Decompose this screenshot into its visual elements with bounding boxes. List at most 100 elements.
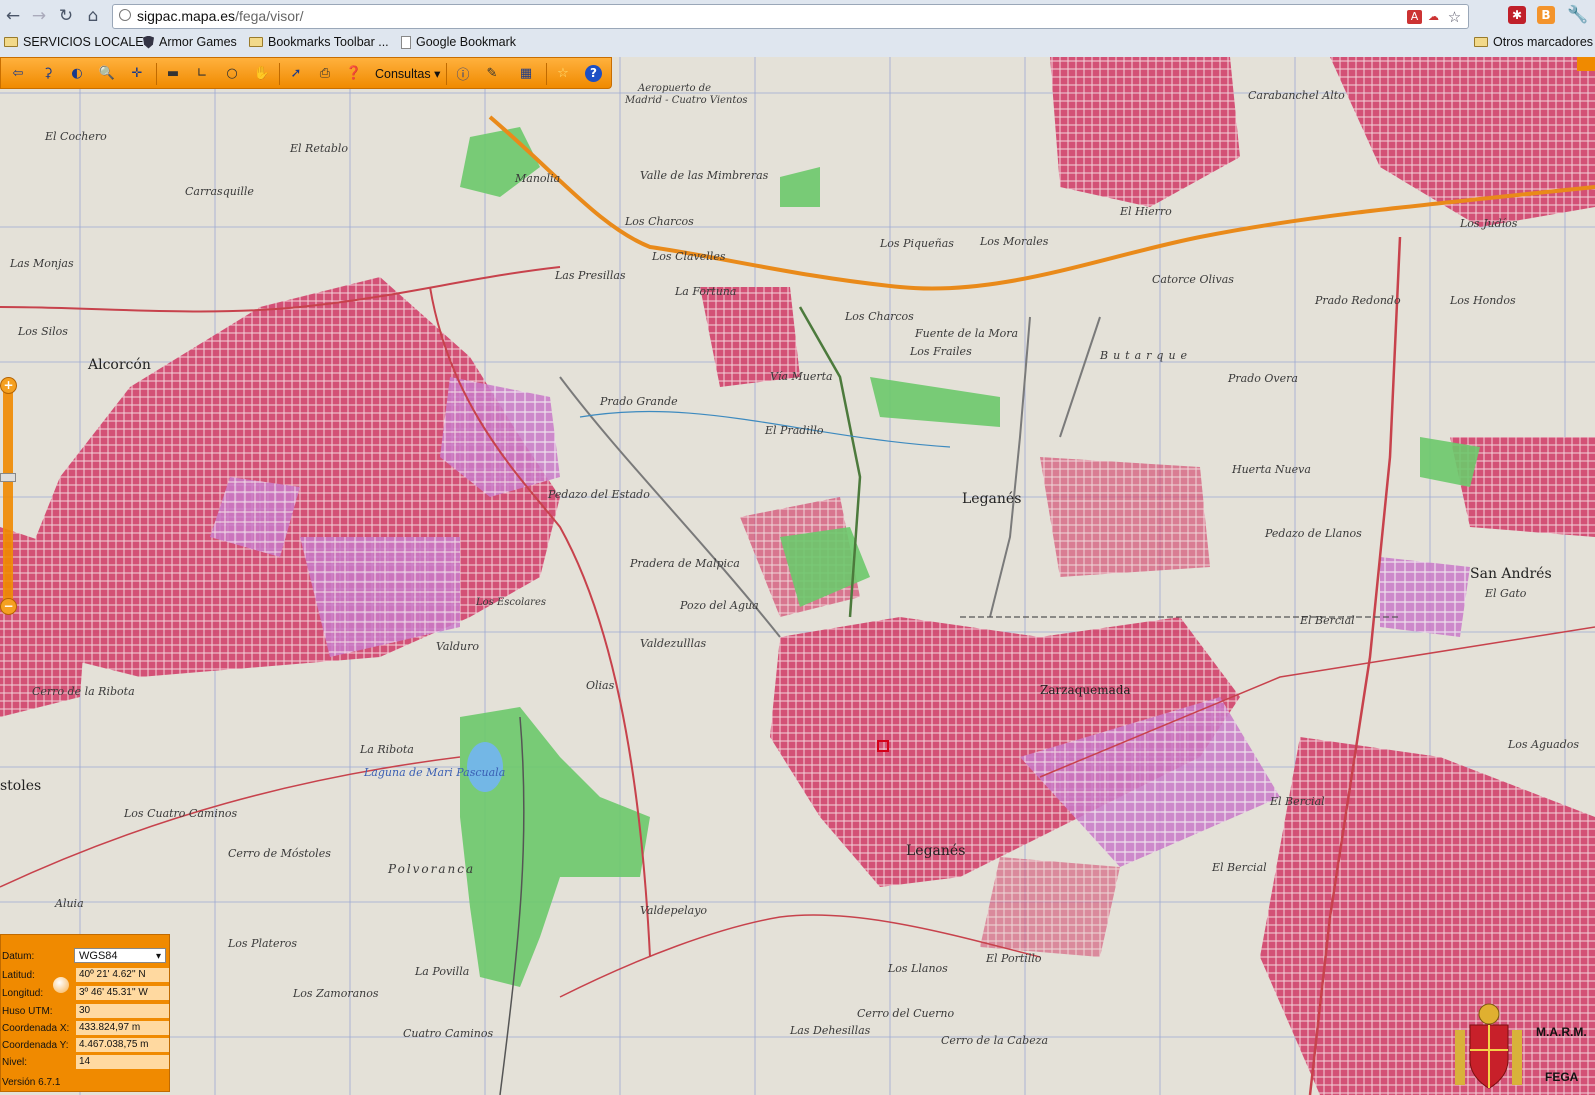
map-viewer[interactable]: Aeropuerto de Madrid - Cuatro Vientos Ca…: [0, 57, 1595, 1095]
place-label: Catorce Olivas: [1152, 273, 1234, 286]
print-icon[interactable]: ⎙: [316, 64, 334, 82]
zoom-minus-icon[interactable]: −: [0, 598, 17, 615]
layers-icon[interactable]: ▦: [513, 64, 539, 82]
bookmark-label: Bookmarks Toolbar ...: [268, 35, 389, 49]
other-bookmarks[interactable]: Otros marcadores: [1474, 35, 1593, 49]
place-label: Los Charcos: [845, 310, 914, 323]
place-label: Valdezulllas: [640, 637, 707, 650]
toolbar-separator: [279, 63, 280, 85]
place-label: Los Aguados: [1508, 738, 1580, 751]
place-label: El Portillo: [986, 952, 1042, 965]
pan-hand-icon[interactable]: ✋: [253, 64, 271, 82]
place-label: Los Llanos: [888, 962, 948, 975]
extension-asterisk-icon[interactable]: ✱: [1508, 6, 1526, 24]
panel-toggle[interactable]: [1577, 57, 1595, 71]
place-label: Zarzaquemada: [1040, 683, 1131, 697]
area-measure-icon[interactable]: ∟: [193, 64, 211, 82]
place-label: San Andrés: [1470, 566, 1552, 582]
binoculars-icon[interactable]: ⚳: [39, 64, 57, 82]
place-label: Huerta Nueva: [1232, 463, 1311, 476]
level-value: 14: [76, 1055, 169, 1069]
place-label: Los Piqueñas: [880, 237, 954, 250]
address-bar[interactable]: sigpac.mapa.es/fega/visor/ A ☁ ☆: [112, 4, 1469, 29]
place-label: Pedazo del Estado: [548, 488, 650, 501]
place-label: La Povilla: [415, 965, 470, 978]
place-label: Los Cuatro Caminos: [124, 807, 238, 820]
pdf-icon[interactable]: A: [1407, 10, 1422, 24]
place-label: La Ribota: [360, 743, 414, 756]
place-label: Butarque: [1100, 349, 1193, 362]
bookmark-servicios-locales[interactable]: SERVICIOS LOCALES: [4, 35, 152, 49]
place-label: Pedazo de Llanos: [1265, 527, 1362, 540]
bookmark-bookmarks-toolbar[interactable]: Bookmarks Toolbar ...: [249, 35, 389, 49]
page-info-icon[interactable]: [119, 9, 131, 21]
bookmark-armor-games[interactable]: Armor Games: [143, 35, 237, 49]
place-label: Los Morales: [980, 235, 1049, 248]
folder-icon: [4, 37, 18, 47]
zoom-in-icon[interactable]: 🔍: [98, 64, 116, 82]
place-label: Carrasquille: [185, 185, 254, 198]
zoom-extent-icon[interactable]: ◐: [68, 64, 86, 82]
place-label: Los Judíos: [1460, 217, 1518, 230]
page-icon: [401, 35, 411, 49]
zoom-slider-handle[interactable]: [0, 473, 16, 482]
place-label: Los Plateros: [228, 937, 298, 950]
cloud-icon[interactable]: ☁: [1426, 10, 1441, 24]
place-label: El Hierro: [1120, 205, 1172, 218]
place-label: stoles: [0, 778, 42, 794]
forward-icon[interactable]: →: [28, 5, 50, 27]
place-label: Olias: [586, 679, 615, 692]
place-label: Vía Muerta: [770, 370, 833, 383]
consultas-dropdown[interactable]: Consultas ▾: [375, 66, 440, 81]
favorite-star-icon[interactable]: ☆: [554, 64, 572, 82]
place-label: Los Silos: [18, 325, 68, 338]
bookmark-google[interactable]: Google Bookmark: [401, 35, 516, 49]
blogger-icon[interactable]: B: [1537, 6, 1555, 24]
utm-zone-value: 30: [76, 1004, 169, 1018]
edit-pencil-icon[interactable]: ✎: [483, 64, 501, 82]
query-icon[interactable]: ❓: [345, 64, 363, 82]
bookmarks-bar: SERVICIOS LOCALES Armor Games Bookmarks …: [0, 32, 1595, 56]
info-box-icon[interactable]: ⓘ: [454, 64, 472, 83]
toolbar-separator: [546, 63, 547, 85]
place-label: Las Dehesillas: [790, 1024, 871, 1037]
place-label: Cerro de la Ribota: [32, 685, 135, 698]
identify-xy-icon[interactable]: ➚: [287, 64, 305, 82]
place-label: Los Escolares: [476, 597, 547, 608]
back-icon[interactable]: ←: [2, 5, 24, 27]
field-label: Longitud:: [2, 987, 44, 999]
field-label: Latitud:: [2, 969, 35, 981]
home-icon[interactable]: ⌂: [82, 5, 104, 27]
field-label: Coordenada X:: [2, 1022, 70, 1034]
datum-select[interactable]: WGS84: [74, 948, 166, 964]
url-path: /fega/visor/: [235, 8, 304, 24]
star-bookmark-icon[interactable]: ☆: [1447, 10, 1462, 25]
field-label: Nivel:: [2, 1056, 28, 1068]
place-label: Polvoranca: [388, 862, 476, 876]
place-label: Madrid - Cuatro Vientos: [625, 95, 748, 106]
place-label: El Pradillo: [765, 424, 824, 437]
place-label: El Bercial: [1212, 861, 1267, 874]
zoom-slider-track[interactable]: [3, 385, 13, 605]
ruler-icon[interactable]: ▬: [164, 64, 182, 82]
back-arrow-icon[interactable]: ⇦: [9, 64, 27, 82]
bookmark-label: SERVICIOS LOCALES: [23, 35, 152, 49]
folder-icon: [249, 37, 263, 47]
place-label: Los Hondos: [1450, 294, 1516, 307]
circle-icon[interactable]: ○: [223, 64, 241, 82]
wrench-icon[interactable]: 🔧: [1567, 4, 1589, 26]
place-label: El Gato: [1485, 587, 1527, 600]
help-button[interactable]: ?: [585, 65, 602, 82]
place-label: Valdepelayo: [640, 904, 708, 917]
place-label: Cerro de Móstoles: [228, 847, 331, 860]
place-label: Laguna de Mari Pascuala: [364, 766, 506, 779]
place-label: Prado Redondo: [1315, 294, 1401, 307]
place-label: Los Clavelles: [652, 250, 726, 263]
place-label: Valduro: [436, 640, 480, 653]
field-label: Huso UTM:: [2, 1005, 53, 1017]
place-label: Aeropuerto de: [638, 83, 712, 94]
zoom-plus-icon[interactable]: +: [0, 377, 17, 394]
crosshair-icon[interactable]: ✛: [128, 64, 146, 82]
reload-icon[interactable]: ↻: [55, 5, 77, 27]
place-label: Prado Grande: [600, 395, 678, 408]
